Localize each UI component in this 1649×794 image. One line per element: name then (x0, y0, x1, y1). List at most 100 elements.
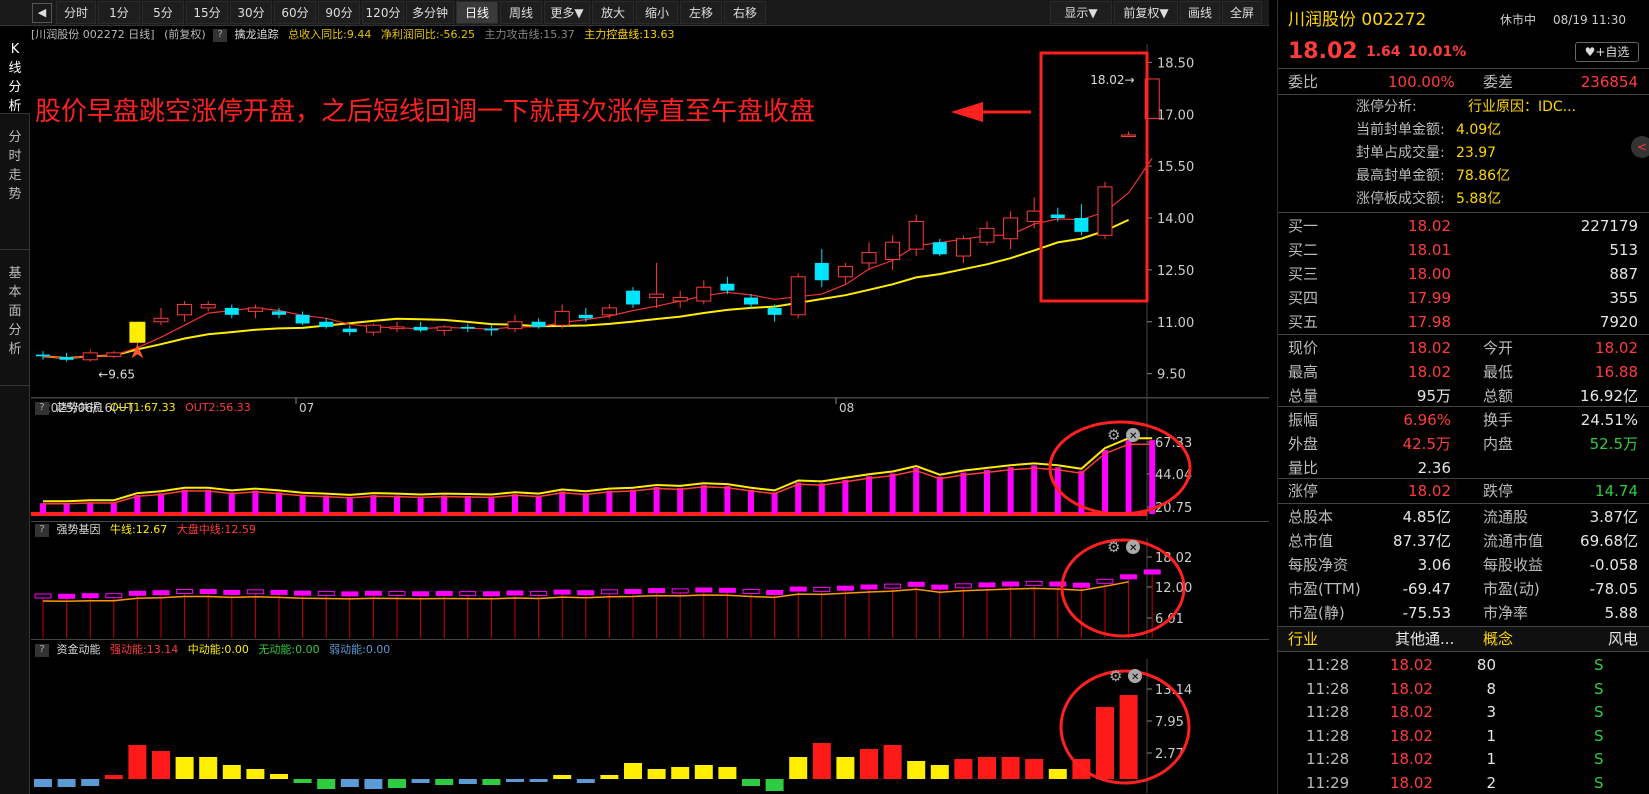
candle-body[interactable] (272, 311, 286, 315)
candle-body[interactable] (578, 314, 593, 319)
tab-kline-analysis[interactable]: K线分析 (0, 26, 30, 114)
candle-body[interactable] (649, 293, 665, 299)
concept-value[interactable]: 风电 (1608, 627, 1638, 651)
candle-body[interactable] (36, 354, 50, 357)
candle-body[interactable] (365, 324, 381, 333)
period-button[interactable]: 分时 (56, 1, 96, 24)
resonance-bar (488, 496, 495, 514)
candle-body[interactable] (861, 252, 877, 264)
candle-body[interactable] (626, 290, 640, 305)
help-icon[interactable]: ? (35, 401, 49, 415)
trend-resonance-chart[interactable]: 67.3344.0420.75⚙ ✕ (31, 416, 1269, 520)
control-line-value: 主力控盘线:13.63 (584, 28, 675, 41)
candle-body[interactable] (1026, 210, 1042, 222)
candle-body[interactable] (720, 283, 735, 291)
tab-fundamentals[interactable]: 基本面分析 (0, 250, 30, 386)
resonance-bar (370, 495, 377, 514)
candle-body[interactable] (177, 303, 193, 316)
gear-icon[interactable]: ⚙ (1107, 538, 1120, 556)
capital-momentum-chart[interactable]: 13.147.952.77⚙ ✕ (31, 659, 1269, 793)
candle-body[interactable] (460, 326, 475, 329)
close-icon-glyph: ✕ (1129, 431, 1137, 442)
help-icon[interactable]: ? (213, 28, 228, 42)
y-tick-label: 12.50 (1157, 264, 1194, 279)
candle-body[interactable] (153, 317, 169, 323)
candle-body[interactable] (1121, 134, 1137, 137)
gear-icon[interactable]: ⚙ (1109, 667, 1122, 685)
candle-body[interactable] (696, 286, 712, 302)
candle-body[interactable] (484, 328, 499, 331)
candle-body[interactable] (295, 314, 310, 324)
limit-info-label: 最高封单金额: (1356, 168, 1445, 184)
candle-body[interactable] (224, 307, 239, 315)
period-button[interactable]: 右移 (724, 1, 766, 24)
weibi-label: 委比 (1288, 73, 1319, 91)
toolbar-option-button[interactable]: 显示▼ (1050, 1, 1112, 24)
candle-body[interactable] (531, 321, 546, 327)
industry-value[interactable]: 其他通... (1395, 627, 1454, 651)
period-button[interactable]: 缩小 (636, 1, 678, 24)
candle-body[interactable] (767, 307, 782, 315)
candle-body[interactable] (389, 326, 405, 330)
candle-body[interactable] (979, 227, 995, 243)
gene-block (884, 583, 902, 589)
add-favorite-button[interactable]: ♥+自选 (1575, 42, 1639, 62)
stats-label: 换手 (1483, 411, 1514, 429)
candle-body[interactable] (744, 297, 758, 305)
period-button[interactable]: 周线 (500, 1, 542, 24)
low-price-label: ←9.65 (98, 367, 135, 381)
period-button[interactable]: 5分 (142, 1, 184, 24)
candle-body[interactable] (1050, 214, 1065, 218)
candle-body[interactable] (601, 307, 617, 316)
period-button[interactable]: 放大 (592, 1, 634, 24)
tab-intraday[interactable]: 分时走势 (0, 114, 30, 250)
candle-body[interactable] (955, 238, 971, 257)
candle-body[interactable] (200, 303, 216, 309)
resonance-bar (512, 494, 518, 514)
toolbar-option-button[interactable]: 前复权▼ (1114, 1, 1178, 24)
candle-body[interactable] (413, 326, 428, 331)
back-arrow-icon[interactable]: ◀ (32, 3, 52, 23)
resonance-bar (40, 503, 46, 514)
period-button[interactable]: 90分 (318, 1, 360, 24)
period-button[interactable]: 1分 (98, 1, 140, 24)
toolbar-option-button[interactable]: 全屏 (1222, 1, 1262, 24)
candle-body[interactable] (814, 262, 829, 281)
gear-icon[interactable]: ⚙ (1107, 426, 1120, 444)
period-button[interactable]: 60分 (274, 1, 316, 24)
candle-body[interactable] (507, 321, 523, 330)
candle-body[interactable] (885, 241, 901, 260)
help-icon[interactable]: ? (35, 643, 49, 657)
help-icon[interactable]: ? (35, 523, 49, 537)
candle-body[interactable] (932, 242, 947, 255)
candle-body[interactable] (908, 220, 924, 250)
candle-body[interactable] (837, 265, 853, 278)
period-button[interactable]: 120分 (362, 1, 404, 24)
candle-body[interactable] (554, 310, 570, 326)
candle-body[interactable] (1097, 186, 1113, 236)
candle-body[interactable] (1074, 218, 1089, 232)
toolbar-option-button[interactable]: 画线 (1180, 1, 1220, 24)
period-button[interactable]: 多分钟 (406, 1, 454, 24)
momentum-bar (1096, 707, 1114, 779)
period-button[interactable]: 日线 (456, 1, 498, 24)
period-button[interactable]: 更多▼ (544, 1, 590, 24)
candle-body[interactable] (1003, 217, 1019, 240)
candle-body[interactable] (790, 276, 806, 316)
candle-body[interactable] (82, 352, 98, 361)
candle-body[interactable] (247, 307, 263, 312)
period-button[interactable]: 30分 (230, 1, 272, 24)
period-button[interactable]: 左移 (680, 1, 722, 24)
candlestick-chart[interactable]: 18.5017.0015.5014.0012.5011.009.502025/0… (31, 44, 1269, 416)
candle-body[interactable] (342, 328, 357, 333)
limit-info-value[interactable]: 行业原因：IDC... (1468, 95, 1576, 119)
candle-body[interactable] (672, 297, 688, 302)
strong-gene-chart[interactable]: 18.0212.006.01⚙ ✕ (31, 538, 1269, 638)
candle-body[interactable] (319, 321, 334, 327)
period-button[interactable]: 15分 (186, 1, 228, 24)
gene-block (34, 593, 52, 599)
momentum-bar (576, 779, 595, 783)
candle-body[interactable] (59, 357, 74, 360)
candle-body[interactable] (436, 326, 452, 331)
candle-body[interactable] (106, 352, 122, 357)
